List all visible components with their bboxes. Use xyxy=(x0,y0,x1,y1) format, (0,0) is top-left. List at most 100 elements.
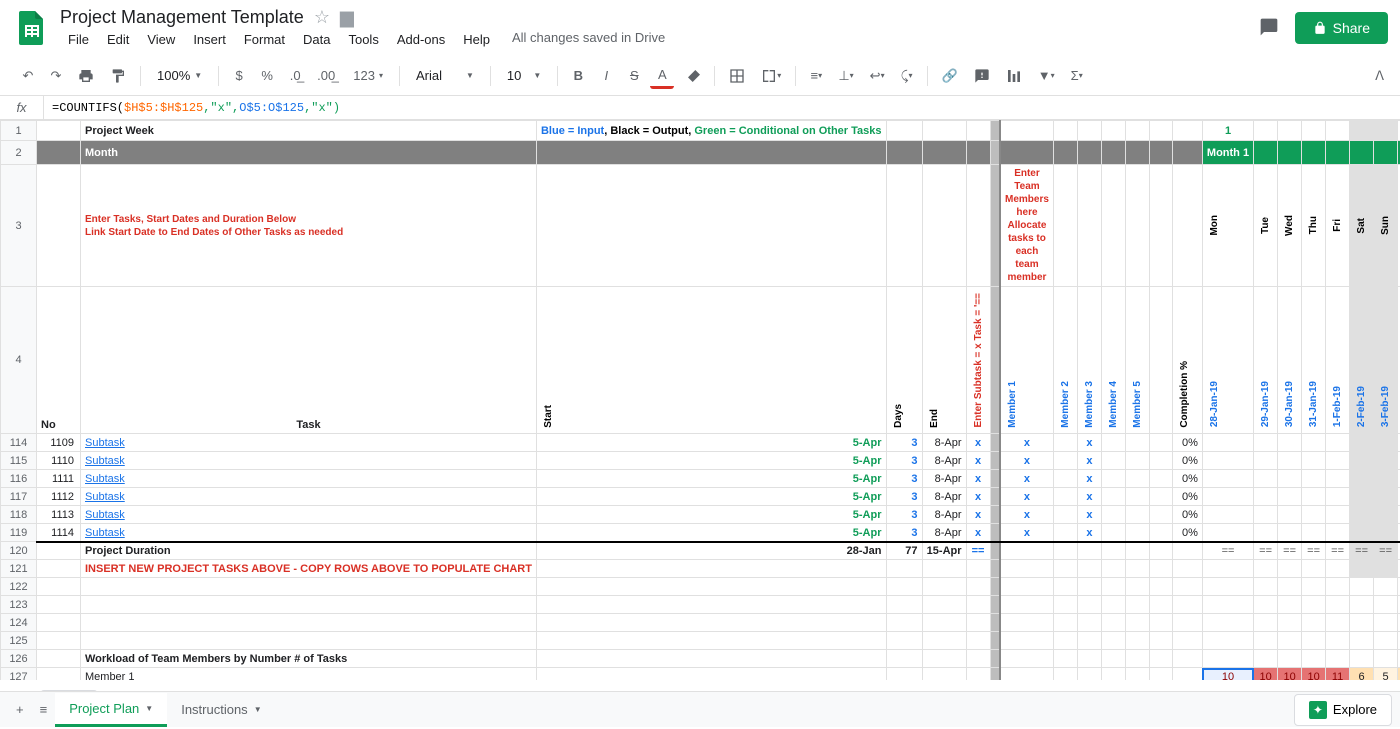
row-header[interactable]: 117 xyxy=(1,488,37,506)
cell[interactable] xyxy=(1278,650,1302,668)
cell[interactable] xyxy=(1350,560,1374,578)
cell[interactable]: Member 2 xyxy=(1053,287,1077,434)
cell[interactable] xyxy=(1125,614,1149,632)
cell[interactable]: 11 xyxy=(1326,668,1350,680)
cell[interactable]: Subtask xyxy=(81,470,537,488)
cell[interactable] xyxy=(966,668,990,680)
cell[interactable] xyxy=(1172,542,1202,560)
cell[interactable]: Member 1 xyxy=(1000,287,1053,434)
cell[interactable] xyxy=(81,632,537,650)
cell[interactable] xyxy=(1302,578,1326,596)
cell[interactable] xyxy=(1053,470,1077,488)
increase-decimal-button[interactable]: .00̲ xyxy=(311,63,341,89)
cell[interactable] xyxy=(990,524,1000,542)
cell[interactable]: Project Week xyxy=(81,121,537,141)
cell[interactable]: x xyxy=(1000,506,1053,524)
cell[interactable] xyxy=(1374,596,1398,614)
wrap-button[interactable]: ↩▾ xyxy=(864,63,891,89)
cell[interactable] xyxy=(1053,121,1077,141)
cell[interactable]: Mon xyxy=(1202,165,1253,287)
cell[interactable]: 0% xyxy=(1172,524,1202,542)
chart-button[interactable] xyxy=(1000,63,1028,89)
cell[interactable] xyxy=(1278,452,1302,470)
cell[interactable]: 3 xyxy=(886,506,922,524)
cell[interactable] xyxy=(886,141,922,165)
cell[interactable] xyxy=(1374,506,1398,524)
cell[interactable] xyxy=(1350,524,1374,542)
cell[interactable] xyxy=(1254,434,1278,452)
cell[interactable] xyxy=(1077,650,1101,668)
text-color-button[interactable]: A xyxy=(650,63,674,89)
cell[interactable] xyxy=(1053,488,1077,506)
cell[interactable] xyxy=(1302,632,1326,650)
cell[interactable]: Wed xyxy=(1278,165,1302,287)
cell[interactable] xyxy=(1101,542,1125,560)
cell[interactable] xyxy=(1077,542,1101,560)
cell[interactable]: 5-Apr xyxy=(536,524,886,542)
menu-file[interactable]: File xyxy=(60,30,97,49)
cell[interactable] xyxy=(1302,596,1326,614)
cell[interactable]: Subtask xyxy=(81,524,537,542)
cell[interactable] xyxy=(1101,650,1125,668)
cell[interactable] xyxy=(1125,632,1149,650)
cell[interactable] xyxy=(1302,434,1326,452)
cell[interactable] xyxy=(1149,141,1172,165)
menu-view[interactable]: View xyxy=(139,30,183,49)
cell[interactable] xyxy=(922,614,966,632)
cell[interactable]: 1114 xyxy=(37,524,81,542)
comments-icon[interactable] xyxy=(1259,17,1279,40)
cell[interactable]: == xyxy=(1374,542,1398,560)
cell[interactable] xyxy=(1125,560,1149,578)
cell[interactable] xyxy=(990,542,1000,560)
cell[interactable] xyxy=(1053,141,1077,165)
cell[interactable] xyxy=(37,632,81,650)
cell[interactable] xyxy=(1278,614,1302,632)
cell[interactable]: 8-Apr xyxy=(922,488,966,506)
row-header[interactable]: 124 xyxy=(1,614,37,632)
cell[interactable]: 28-Jan xyxy=(536,542,886,560)
cell[interactable] xyxy=(886,578,922,596)
cell[interactable] xyxy=(37,121,81,141)
cell[interactable] xyxy=(922,596,966,614)
cell[interactable] xyxy=(1101,121,1125,141)
cell[interactable]: Subtask xyxy=(81,452,537,470)
cell[interactable] xyxy=(536,650,886,668)
cell[interactable] xyxy=(1202,650,1253,668)
cell[interactable]: x xyxy=(1077,452,1101,470)
cell[interactable]: 5 xyxy=(1374,668,1398,680)
cell[interactable] xyxy=(1077,141,1101,165)
cell[interactable] xyxy=(1149,488,1172,506)
cell[interactable] xyxy=(922,632,966,650)
cell[interactable]: 5-Apr xyxy=(536,434,886,452)
cell[interactable]: Sat xyxy=(1350,165,1374,287)
cell[interactable]: x xyxy=(1000,452,1053,470)
cell[interactable]: 5-Apr xyxy=(536,452,886,470)
cell[interactable] xyxy=(1149,165,1172,287)
cell[interactable] xyxy=(1350,121,1374,141)
cell[interactable] xyxy=(1053,165,1077,287)
cell[interactable] xyxy=(1302,506,1326,524)
cell[interactable] xyxy=(966,632,990,650)
cell[interactable] xyxy=(1350,506,1374,524)
cell[interactable]: Completion % xyxy=(1172,287,1202,434)
cell[interactable] xyxy=(990,578,1000,596)
cell[interactable] xyxy=(1077,560,1101,578)
undo-button[interactable]: ↶ xyxy=(16,63,40,89)
cell[interactable] xyxy=(922,165,966,287)
cell[interactable]: Workload of Team Members by Number # of … xyxy=(81,650,537,668)
add-sheet-button[interactable]: + xyxy=(8,698,32,721)
cell[interactable] xyxy=(1254,506,1278,524)
cell[interactable] xyxy=(37,542,81,560)
cell[interactable] xyxy=(1000,632,1053,650)
cell[interactable] xyxy=(1254,614,1278,632)
cell[interactable]: Month xyxy=(81,141,537,165)
comment-button[interactable] xyxy=(968,63,996,89)
cell[interactable] xyxy=(536,668,886,680)
cell[interactable] xyxy=(1149,506,1172,524)
cell[interactable] xyxy=(966,650,990,668)
cell[interactable]: 0% xyxy=(1172,506,1202,524)
cell[interactable] xyxy=(1172,650,1202,668)
cell[interactable] xyxy=(536,596,886,614)
cell[interactable] xyxy=(1254,650,1278,668)
cell[interactable]: 29-Jan-19 xyxy=(1254,287,1278,434)
